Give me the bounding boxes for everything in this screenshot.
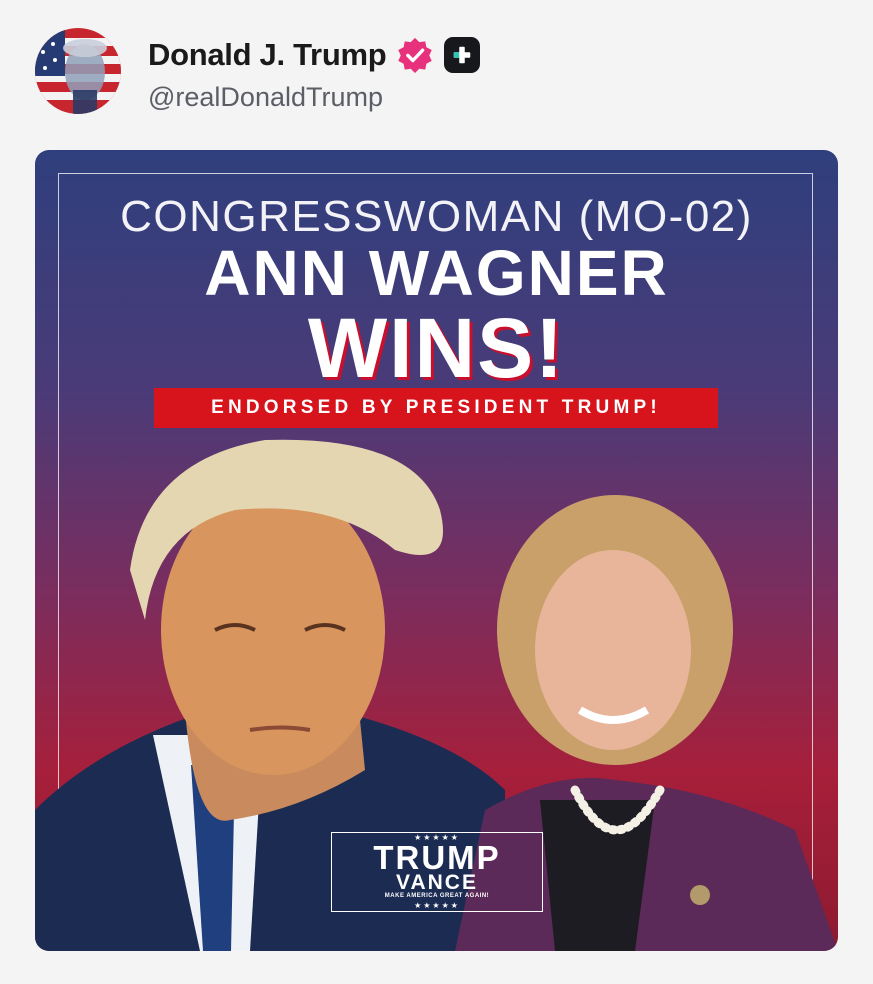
post-image[interactable]: CONGRESSWOMAN (MO-02) ANN WAGNER WINS! E… [35, 150, 838, 951]
candidates-photo [35, 439, 838, 951]
post-header: Donald J. Trump @realDonaldTrump [35, 28, 855, 118]
logo-slogan: MAKE AMERICA GREAT AGAIN! [384, 893, 490, 899]
author-avatar[interactable] [35, 28, 121, 114]
verified-badge-icon [398, 37, 433, 74]
follow-plus-icon[interactable] [444, 37, 481, 73]
author-handle[interactable]: @realDonaldTrump [148, 82, 383, 113]
logo-stars-bottom: ★★★★★ [414, 901, 460, 910]
trump-vance-logo: ★★★★★ TRUMP VANCE MAKE AMERICA GREAT AGA… [331, 832, 543, 912]
avatar-flag-portrait-icon [35, 28, 121, 114]
logo-trump: TRUMP [373, 839, 501, 876]
logo-vance: VANCE [396, 871, 478, 894]
display-name[interactable]: Donald J. Trump [148, 37, 387, 73]
name-row: Donald J. Trump [148, 36, 481, 74]
